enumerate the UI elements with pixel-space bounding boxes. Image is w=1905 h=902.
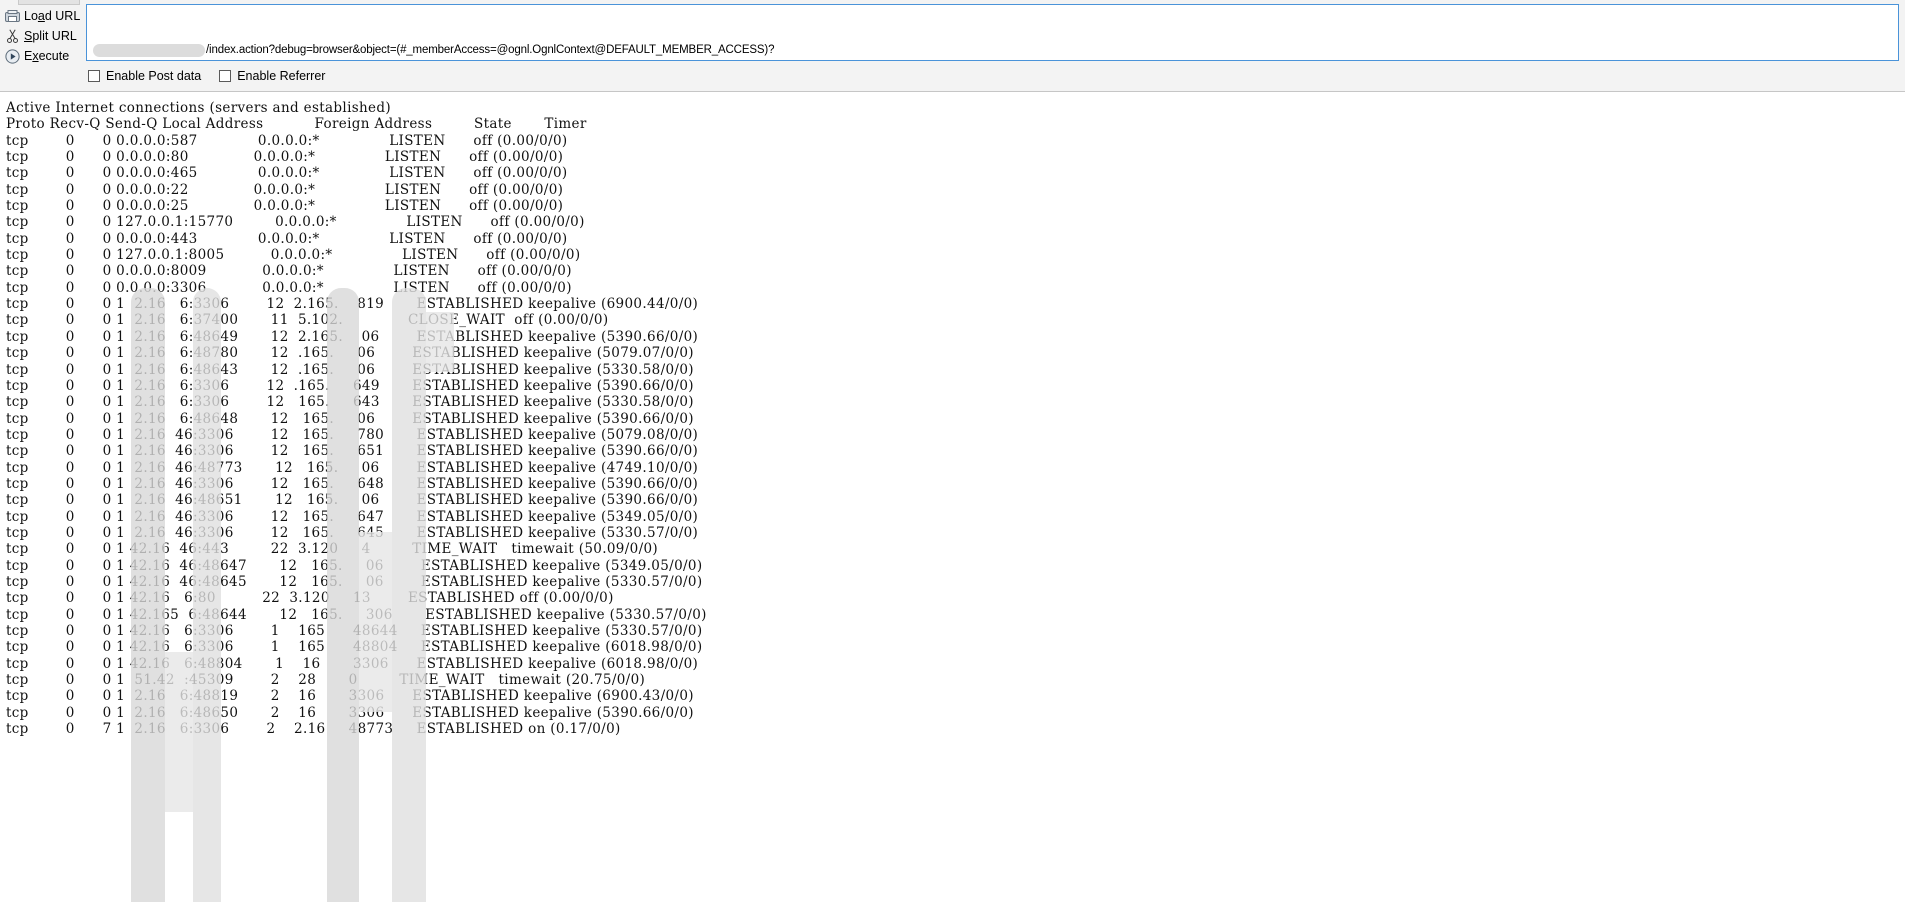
netstat-row: tcp 0 0 0.0.0.0:80 0.0.0.0:* LISTEN off …	[6, 149, 564, 166]
netstat-row: tcp 0 0 1 2.16 46:3306 12 165. 648 ESTAB…	[6, 475, 699, 492]
hackbar-toolbar: Load URL Split URL Execute /index.action…	[0, 0, 1905, 92]
netstat-row: tcp 0 0 0.0.0.0:443 0.0.0.0:* LISTEN off…	[6, 230, 568, 247]
netstat-row: tcp 0 0 1 2.16 46:3306 12 165. 780 ESTAB…	[6, 426, 699, 443]
netstat-row: tcp 0 0 1 42.16 6:3306 1 165 48804 ESTAB…	[6, 639, 703, 656]
netstat-row: tcp 0 0 1 51.42 :45309 2 28 0 TIME_WAIT …	[6, 672, 646, 689]
netstat-row: tcp 0 0 1 42.16 46:48645 12 165. 06 ESTA…	[6, 573, 703, 590]
netstat-row: tcp 0 0 0.0.0.0:25 0.0.0.0:* LISTEN off …	[6, 198, 564, 215]
netstat-row: tcp 0 0 1 2.16 6:3306 12 2.165. 819 ESTA…	[6, 296, 699, 313]
netstat-row: tcp 0 0 1 42.16 46:443 22 3.120 4 TIME_W…	[6, 541, 659, 558]
split-url-label: Split URL	[24, 29, 77, 43]
netstat-row: tcp 0 0 1 2.16 6:48819 2 16 3306 ESTABLI…	[6, 688, 694, 705]
netstat-row: tcp 0 0 0.0.0.0:465 0.0.0.0:* LISTEN off…	[6, 165, 568, 182]
enable-referrer-label: Enable Referrer	[237, 69, 326, 83]
enable-referrer-checkbox[interactable]: Enable Referrer	[219, 69, 325, 83]
netstat-output: Active Internet connections (servers and…	[0, 92, 1905, 737]
checkbox-box[interactable]	[88, 70, 100, 82]
netstat-row: tcp 0 0 127.0.0.1:15770 0.0.0.0:* LISTEN…	[6, 214, 585, 231]
netstat-row: tcp 0 0 1 42.16 6:48804 1 16 3306 ESTABL…	[6, 655, 699, 672]
load-url-button[interactable]: Load URL	[0, 5, 84, 27]
netstat-row: tcp 0 0 0.0.0.0:3306 0.0.0.0:* LISTEN of…	[6, 279, 572, 296]
load-url-icon	[0, 9, 24, 23]
netstat-row: tcp 0 0 1 2.16 46:3306 12 165. 651 ESTAB…	[6, 443, 699, 460]
netstat-row: tcp 0 0 1 42.16 46:48647 12 165. 06 ESTA…	[6, 557, 703, 574]
netstat-row: tcp 0 0 127.0.0.1:8005 0.0.0.0:* LISTEN …	[6, 247, 581, 264]
checkbox-box[interactable]	[219, 70, 232, 82]
play-icon	[0, 48, 24, 64]
enable-post-data-label: Enable Post data	[106, 69, 202, 83]
netstat-row: tcp 0 0 1 2.16 46:3306 12 165. 647 ESTAB…	[6, 508, 699, 525]
netstat-row: tcp 0 0 1 2.16 6:48649 12 2.165. 06 ESTA…	[6, 328, 699, 345]
split-url-button[interactable]: Split URL	[0, 25, 84, 47]
url-line-1-text: /index.action?debug=browser&object=(#_me…	[206, 44, 775, 56]
netstat-row: tcp 0 0 0.0.0.0:22 0.0.0.0:* LISTEN off …	[6, 181, 564, 198]
output-title: Active Internet connections (servers and…	[6, 100, 392, 116]
hackbar-button-column: Load URL Split URL Execute	[0, 0, 84, 92]
netstat-row: tcp 0 0 1 2.16 6:48780 12 .165. 06 ESTAB…	[6, 345, 694, 362]
execute-button[interactable]: Execute	[0, 45, 84, 67]
netstat-row: tcp 0 0 1 2.16 6:48648 12 165. 06 ESTABL…	[6, 410, 694, 427]
redacted-host-block	[93, 44, 205, 57]
netstat-row: tcp 0 0 0.0.0.0:587 0.0.0.0:* LISTEN off…	[6, 132, 568, 149]
url-input[interactable]: /index.action?debug=browser&object=(#_me…	[86, 4, 1899, 61]
netstat-row: tcp 0 0 1 2.16 6:3306 12 .165. 649 ESTAB…	[6, 377, 694, 394]
hackbar-options: Enable Post data Enable Referrer	[88, 69, 325, 83]
url-input-text: /index.action?debug=browser&object=(#_me…	[91, 8, 1891, 60]
netstat-row: tcp 0 0 1 2.16 46:48773 12 165. 06 ESTAB…	[6, 459, 699, 476]
netstat-row: tcp 0 0 1 2.16 6:37400 11 5.102. CLOSE_W…	[6, 312, 609, 329]
netstat-row: tcp 0 0 1 2.16 46:3306 12 165. 645 ESTAB…	[6, 524, 699, 541]
netstat-row: tcp 0 7 1 2.16 6:3306 2 2.16 48773 ESTAB…	[6, 721, 621, 738]
output-column-header: Proto Recv-Q Send-Q Local Address Foreig…	[6, 116, 587, 133]
execute-label: Execute	[24, 49, 70, 63]
netstat-row: tcp 0 0 1 42.16 6:80 22 3.120 13 ESTABLI…	[6, 590, 614, 607]
netstat-row: tcp 0 0 1 2.16 6:48650 2 16 3306 ESTABLI…	[6, 704, 694, 721]
netstat-row: tcp 0 0 1 2.16 6:48643 12 .165. 06 ESTAB…	[6, 361, 694, 378]
netstat-row: tcp 0 0 1 42.16 6:3306 1 165 48644 ESTAB…	[6, 623, 703, 639]
netstat-row: tcp 0 0 1 2.16 6:3306 12 165. 643 ESTABL…	[6, 394, 694, 411]
enable-post-data-checkbox[interactable]: Enable Post data	[88, 69, 201, 83]
load-url-label: Load URL	[24, 9, 81, 23]
netstat-row: tcp 0 0 1 42.165 6:48644 12 165. 306 EST…	[6, 606, 707, 623]
command-output-pane: Active Internet connections (servers and…	[0, 92, 1905, 902]
scissors-icon	[0, 29, 24, 43]
netstat-row: tcp 0 0 0.0.0.0:8009 0.0.0.0:* LISTEN of…	[6, 263, 572, 280]
url-line-1: /index.action?debug=browser&object=(#_me…	[91, 42, 1891, 59]
netstat-row: tcp 0 0 1 2.16 46:48651 12 165. 06 ESTAB…	[6, 492, 699, 509]
